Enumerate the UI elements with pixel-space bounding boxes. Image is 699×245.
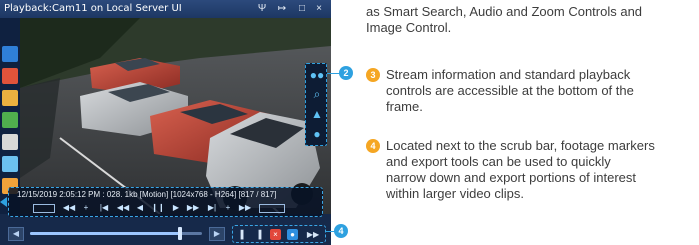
item-4-text: Located next to the scrub bar, footage m… xyxy=(386,138,655,201)
image-icon[interactable]: ▲ xyxy=(309,106,325,122)
left-toolbar xyxy=(0,18,20,214)
search-icon[interactable]: ⌕ xyxy=(309,86,325,102)
stream-info-panel: 12/15/2019 2:05:12 PM : 028. 1kb [Motion… xyxy=(8,187,323,217)
title-bar[interactable]: Playback:Cam11 on Local Server UI Ψ ↦ □ … xyxy=(0,0,331,18)
scrub-handle[interactable] xyxy=(177,227,182,240)
clear-markers-icon[interactable]: × xyxy=(270,229,281,240)
camera-select-icon[interactable] xyxy=(2,46,18,62)
scrub-progress xyxy=(30,232,180,235)
callout-2-badge: 2 xyxy=(339,66,353,80)
folder-icon[interactable] xyxy=(2,90,18,106)
fast-forward-button[interactable]: ▶▶ xyxy=(237,202,253,214)
print-icon[interactable] xyxy=(2,134,18,150)
playback-window: Playback:Cam11 on Local Server UI Ψ ↦ □ … xyxy=(0,0,331,245)
intro-text: as Smart Search, Audio and Zoom Controls… xyxy=(366,4,643,35)
pin-button[interactable]: Ψ xyxy=(256,1,268,16)
item-4-number: 4 xyxy=(366,139,380,153)
intro-paragraph: as Smart Search, Audio and Zoom Controls… xyxy=(366,4,699,36)
rewind-button[interactable]: ◀◀ xyxy=(115,202,131,214)
callout-4-badge: 4 xyxy=(334,224,348,238)
description-item-4: 4 Located next to the scrub bar, footage… xyxy=(366,138,699,202)
scrub-bar-row: ◀ ▶ ▌ ▐ × ● ▶▶ xyxy=(0,223,331,245)
item-3-number: 3 xyxy=(366,68,380,82)
scrub-bar[interactable] xyxy=(30,227,202,240)
image-snapshot-icon[interactable] xyxy=(2,112,18,128)
item-3-text: Stream information and standard playback… xyxy=(386,67,634,114)
stop-record-icon[interactable] xyxy=(2,68,18,84)
speed-box[interactable] xyxy=(33,204,55,213)
export-icon[interactable]: ● xyxy=(287,229,298,240)
description-item-3: 3 Stream information and standard playba… xyxy=(366,67,699,115)
close-button[interactable]: × xyxy=(313,1,325,16)
maximize-button[interactable]: □ xyxy=(296,1,308,16)
step-back-button[interactable]: ◀ xyxy=(135,202,145,214)
detach-button[interactable]: ↦ xyxy=(276,1,288,16)
pause-button[interactable]: ❙❙ xyxy=(151,202,165,214)
copy-icon[interactable] xyxy=(2,156,18,172)
stream-info-text: 12/15/2019 2:05:12 PM : 028. 1kb [Motion… xyxy=(17,190,277,199)
microphone-icon[interactable]: ● xyxy=(309,126,325,142)
forward-button[interactable]: ▶▶ xyxy=(185,202,201,214)
rewind-fast-button[interactable]: ◀◀ xyxy=(61,202,77,214)
scrub-prev-button[interactable]: ◀ xyxy=(8,227,24,241)
window-title: Playback:Cam11 on Local Server UI xyxy=(4,3,182,14)
step-plus-right-button[interactable]: + xyxy=(223,202,233,214)
export-tools-panel: ▌ ▐ × ● ▶▶ xyxy=(232,225,326,243)
parking-lot-image xyxy=(20,18,331,214)
video-frame[interactable] xyxy=(20,18,331,214)
volume-box[interactable] xyxy=(259,204,285,213)
left-edge-arrow-icon xyxy=(0,197,7,207)
skip-start-button[interactable]: |◀ xyxy=(97,202,111,214)
smart-tools-panel: ●● ⌕ ▲ ● xyxy=(305,63,327,146)
mark-in-icon[interactable]: ▌ xyxy=(238,229,249,240)
scrub-next-button[interactable]: ▶ xyxy=(209,227,225,241)
skip-end-button[interactable]: ▶| xyxy=(205,202,219,214)
step-plus-button[interactable]: + xyxy=(81,202,91,214)
fast-export-icon[interactable]: ▶▶ xyxy=(305,229,321,240)
binoculars-icon[interactable]: ●● xyxy=(309,67,325,83)
mark-out-icon[interactable]: ▐ xyxy=(253,229,264,240)
play-button[interactable]: ▶ xyxy=(171,202,181,214)
